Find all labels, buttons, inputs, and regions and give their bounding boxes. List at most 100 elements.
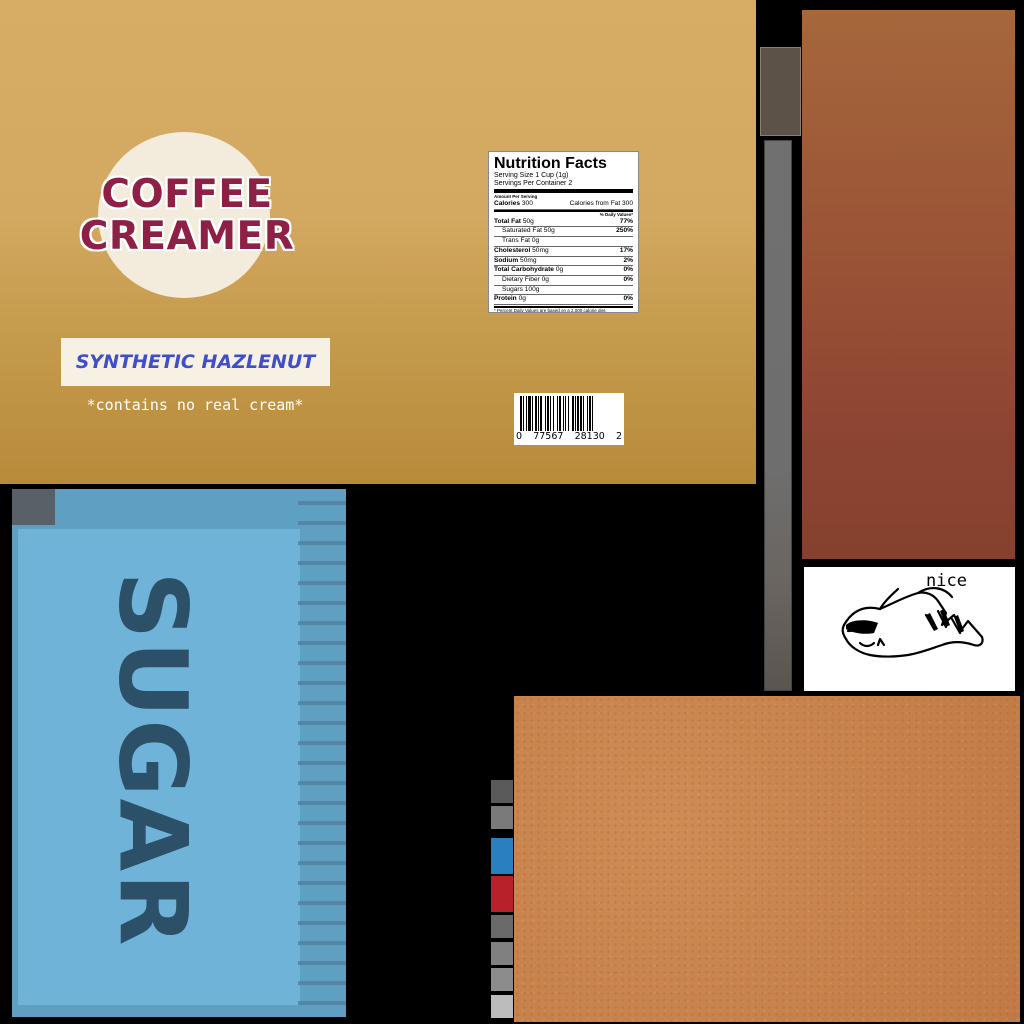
color-swatch-gray-dark [491, 780, 513, 803]
calories-value: 300 [521, 200, 533, 207]
nutrient-amount: 0g [531, 237, 540, 245]
crimp-line [298, 841, 346, 845]
barcode-digit-group: 77567 [533, 431, 564, 442]
color-swatch-gray-3 [491, 942, 513, 965]
nutrient-label: Dietary Fiber [502, 275, 540, 283]
crimp-line [298, 981, 346, 985]
color-swatch-gray-mid [491, 806, 513, 829]
barcode-bar [572, 396, 574, 431]
crimp-line [298, 861, 346, 865]
barcode-bar [547, 396, 549, 431]
side-strip-cap [760, 47, 801, 136]
barcode-digits: 0 77567 28130 2 [516, 431, 622, 442]
nutrient-amount: 50g [522, 217, 534, 225]
crimp-line [298, 821, 346, 825]
barcode-bars [520, 396, 593, 431]
cork-panel [514, 696, 1020, 1022]
barcode-bar [575, 396, 576, 431]
crimp-line [298, 1001, 346, 1005]
nutrient-label: Total Carbohydrate [494, 266, 554, 274]
nutrient-label: Protein [494, 295, 517, 303]
nutrient-daily-value: 17% [619, 246, 633, 254]
crimp-line [298, 801, 346, 805]
doodle-creature-icon [841, 587, 984, 658]
flavor-label: SYNTHETIC HAZLENUT [61, 338, 330, 386]
nutrient-label: Total Fat [494, 217, 521, 225]
barcode-bar [559, 396, 561, 431]
sugar-packet-tab [12, 489, 55, 525]
crimp-line [298, 501, 346, 505]
color-swatch-gray-4 [491, 968, 513, 991]
sugar-word: SUGAR [97, 570, 207, 948]
crimp-line [298, 941, 346, 945]
barcode-bar [568, 396, 569, 431]
creamer-box-panel: COFFEE CREAMER SYNTHETIC HAZLENUT *conta… [0, 0, 756, 484]
barcode-bar [523, 396, 524, 431]
nutrient-amount: 0g [518, 295, 526, 303]
barcode-bar [553, 396, 554, 431]
crimp-line [298, 581, 346, 585]
barcode-bar [528, 396, 531, 431]
nutrition-row: Total Fat 50g 77% [494, 218, 633, 228]
serving-size: Serving Size 1 Cup (1g) [494, 172, 569, 179]
barcode-bar [565, 396, 566, 431]
barcode-bar [592, 396, 593, 431]
crimp-line [298, 661, 346, 665]
barcode-bar [526, 396, 527, 431]
nutrient-daily-value: 0% [623, 275, 633, 283]
nutrient-daily-value: 250% [616, 227, 633, 235]
nutrient-daily-value: 77% [619, 217, 633, 225]
crimp-line [298, 961, 346, 965]
crimp-line [298, 741, 346, 745]
barcode-digit-group: 0 [516, 431, 523, 442]
barcode-bar [540, 396, 542, 431]
nutrient-daily-value: 0% [623, 266, 633, 274]
barcode-bar [577, 396, 579, 431]
sugar-label: SUGAR [77, 549, 227, 969]
barcode-bar [520, 396, 522, 431]
nutrient-amount: 0g [541, 275, 549, 283]
side-strip [764, 140, 792, 691]
brown-panel [802, 10, 1015, 559]
nutrition-row: Total Carbohydrate 0g 0% [494, 266, 633, 276]
barcode-bar [538, 396, 539, 431]
logo-word-creamer: CREAMER [79, 214, 295, 259]
nutrition-row: Protein 0g 0% [494, 295, 633, 306]
nutrition-footnote: * Percent Daily Values are based on a 2,… [494, 308, 607, 314]
barcode-bar [587, 396, 588, 431]
calories-row: Calories 300 Calories from Fat 300 [494, 200, 633, 210]
flavor-text: SYNTHETIC HAZLENUT [75, 351, 316, 373]
barcode-digit-group: 28130 [574, 431, 605, 442]
nutrition-facts-label: Nutrition Facts Serving Size 1 Cup (1g) … [488, 151, 639, 314]
barcode-bar [557, 396, 558, 431]
nutrient-amount: 0g [555, 266, 564, 274]
barcode-bar [589, 396, 591, 431]
cork-texture [514, 696, 1020, 1022]
crimp-line [298, 721, 346, 725]
sugar-packet: SUGAR [12, 489, 346, 1017]
calories-from-fat: Calories from Fat 300 [569, 200, 633, 207]
nutrient-label: Sodium [494, 256, 519, 264]
calories-label: Calories [494, 200, 521, 207]
crimp-line [298, 921, 346, 925]
barcode-bar [550, 396, 551, 431]
nutrient-amount: 50g [543, 227, 555, 235]
nutrition-row: Sugars 100g [494, 286, 633, 296]
barcode-bar [535, 396, 537, 431]
barcode-bar [563, 396, 564, 431]
nutrient-amount: 100g [524, 285, 540, 293]
crimp-line [298, 541, 346, 545]
nutrition-row: Trans Fat 0g [494, 237, 633, 247]
barcode-bar [532, 396, 533, 431]
crimp-line [298, 521, 346, 525]
nutrient-label: Cholesterol [494, 246, 531, 254]
color-swatch-gray-2 [491, 915, 513, 938]
crimp-line [298, 701, 346, 705]
crimp-line [298, 761, 346, 765]
color-swatch-red [491, 876, 513, 912]
barcode: 0 77567 28130 2 [514, 393, 624, 445]
crimp-line [298, 641, 346, 645]
nutrition-rows: Total Fat 50g 77% Saturated Fat 50g 250% Tra… [494, 218, 633, 306]
nutrition-row: Dietary Fiber 0g 0% [494, 276, 633, 286]
crimp-line [298, 681, 346, 685]
